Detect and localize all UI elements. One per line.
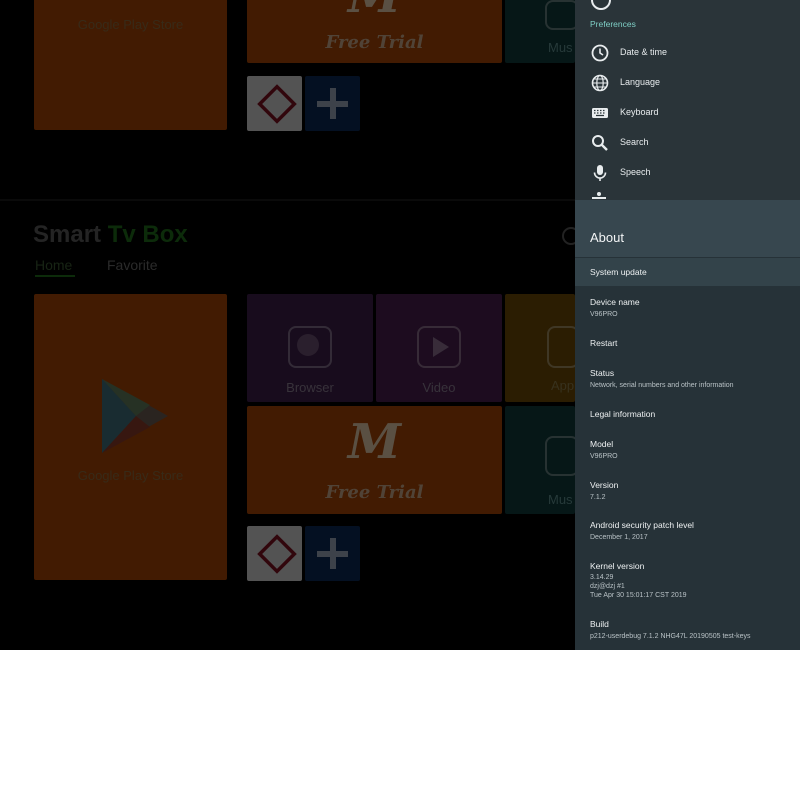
app-e-icon[interactable] [247,526,302,581]
row-title: Build [590,619,609,629]
add-app-button[interactable] [305,526,360,581]
pref-label: Date & time [620,47,668,57]
preferences-header: Preferences [590,19,636,29]
pref-item-keyboard[interactable]: Keyboard [575,97,800,127]
row-value-line: 3.14.29 [590,574,614,581]
music-icon [545,436,575,476]
pref-item-language[interactable]: Language [575,67,800,97]
row-title: Device name [590,297,640,307]
pref-label: Speech [620,167,651,177]
brand-box: Box [142,221,188,248]
tile-label: App [551,378,575,393]
row-kernel-version[interactable]: Kernel version 3.14.29 dzj@dzj #1 Tue Ap… [575,552,800,608]
row-value: p212-userdebug 7.1.2 NHG47L 20190505 tes… [590,633,751,640]
row-title: Legal information [590,409,656,419]
tile-free-trial[interactable]: M Free Trial [247,406,502,514]
apps-grid-icon [547,326,575,368]
tile-label: Google Play Store [77,17,184,32]
tab-favorite[interactable]: Favorite [107,257,158,273]
tile-free-trial-upper[interactable]: M Free Trial [247,0,502,63]
pref-item-date-time[interactable]: Date & time [575,37,800,67]
row-value: 7.1.2 [590,494,606,501]
row-restart[interactable]: Restart [575,329,800,359]
m-logo-icon: M [247,0,502,24]
tile-google-play[interactable]: Google Play Store [34,294,227,580]
tile-music-upper[interactable]: Mus [505,0,575,63]
row-title: Version [590,480,619,490]
row-value: Network, serial numbers and other inform… [590,382,734,389]
microphone-icon [593,165,607,181]
settings-panel: Preferences Date & time Language Keyboar… [575,0,800,650]
tile-music[interactable]: Mus [505,406,575,514]
tile-google-play-upper[interactable]: Google Play Store [34,0,227,130]
clock-icon [591,44,609,62]
pref-label: Search [620,137,649,147]
search-icon [592,135,608,151]
globe-icon [288,326,332,368]
tile-browser[interactable]: Browser [247,294,373,402]
row-security-patch[interactable]: Android security patch level December 1,… [575,511,800,551]
music-icon [545,0,575,30]
row-value-line: dzj@dzj #1 [590,583,625,590]
row-value-line: Tue Apr 30 15:01:17 CST 2019 [590,592,687,599]
row-title: Android security patch level [590,520,694,530]
tile-label: Mus [548,492,573,507]
row-model[interactable]: Model V96PRO [575,430,800,470]
app-e-icon[interactable] [247,76,302,131]
tile-label: Browser [286,380,334,395]
add-app-button[interactable] [305,76,360,131]
tab-home[interactable]: Home [35,257,72,273]
brand-tv: Tv [107,221,136,248]
row-value: December 1, 2017 [590,534,648,541]
globe-icon [591,74,609,92]
about-title: About [590,230,624,245]
tile-video[interactable]: Video [376,294,502,402]
clock-icon [591,0,611,10]
tile-label: Google Play Store [77,468,184,483]
row-legal-information[interactable]: Legal information [575,400,800,430]
row-status[interactable]: Status Network, serial numbers and other… [575,359,800,399]
row-title: Status [590,368,615,378]
row-title: Model [590,439,614,449]
preferences-section: Preferences Date & time Language Keyboar… [575,0,800,200]
tile-label: Free Trial [325,32,424,53]
play-icon [417,326,461,368]
m-logo-icon: M [347,414,402,470]
tile-label: Mus [548,40,573,55]
row-version[interactable]: Version 7.1.2 [575,471,800,511]
row-title: Restart [590,338,618,348]
tile-label: Video [422,380,456,395]
row-system-update[interactable]: System update [575,258,800,286]
row-build[interactable]: Build p212-userdebug 7.1.2 NHG47L 201905… [575,610,800,650]
brand-title: Smart Tv Box [33,221,188,249]
row-device-name[interactable]: Device name V96PRO [575,288,800,328]
brand-smart: Smart [33,221,102,248]
tile-apps[interactable]: App [505,294,575,402]
about-header [575,200,800,257]
tab-home-underline [35,275,75,277]
keyboard-icon [592,108,608,118]
tile-label: Free Trial [325,482,424,503]
row-title: System update [590,267,647,277]
row-value: V96PRO [590,453,618,460]
pref-label: Keyboard [620,107,659,117]
row-title: Kernel version [590,561,645,571]
pref-label: Language [620,77,661,87]
pref-item-speech[interactable]: Speech [575,157,800,187]
play-store-icon [102,379,168,453]
row-value: V96PRO [590,311,618,318]
pref-item-search[interactable]: Search [575,127,800,157]
tv-screen: Google Play Store M Free Trial Mus Smart… [0,0,800,650]
